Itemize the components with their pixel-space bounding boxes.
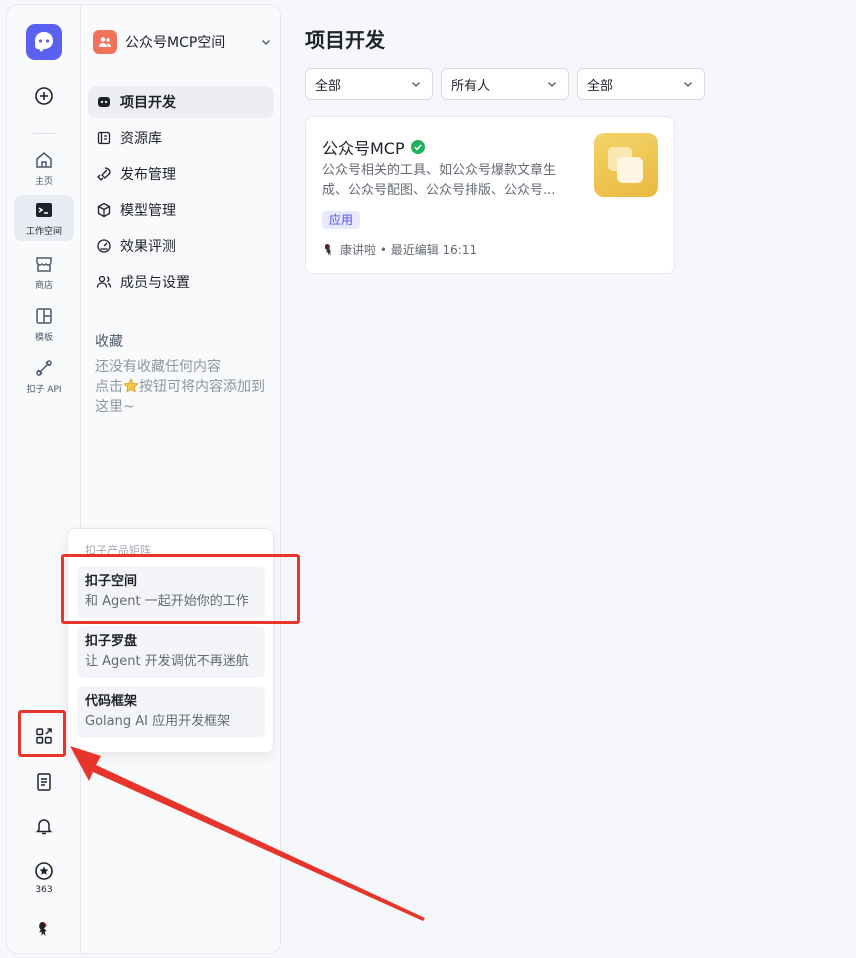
rail-label-template: 模板 xyxy=(34,332,53,343)
card-title-text: 公众号MCP xyxy=(322,139,405,158)
plus-circle-icon xyxy=(35,87,53,105)
left-rail: 主页 工作空间 商店 模板 扣子 API 363 xyxy=(6,4,80,954)
app-badge: 应用 xyxy=(322,211,361,229)
verified-icon xyxy=(410,140,425,154)
nav-label: 模型管理 xyxy=(120,203,176,219)
logo-icon xyxy=(35,32,53,52)
terminal-icon xyxy=(36,202,52,217)
rail-item-workspace[interactable]: 工作空间 xyxy=(14,195,74,241)
avatar-icon xyxy=(39,922,47,937)
nav-members[interactable]: 成员与设置 xyxy=(88,266,274,298)
rail-item-home[interactable]: 主页 xyxy=(14,145,74,191)
product-desc: Golang AI 应用开发框架 xyxy=(85,714,231,729)
rail-label-api: 扣子 API xyxy=(26,384,62,395)
favorites-title: 收藏 xyxy=(95,334,123,350)
card-title: 公众号MCP xyxy=(322,135,426,159)
chevron-down-icon xyxy=(548,82,556,87)
space-switcher[interactable]: 公众号MCP空间 xyxy=(93,29,273,55)
nav-project-dev[interactable]: 项目开发 xyxy=(88,86,274,118)
nav-library[interactable]: 资源库 xyxy=(88,122,274,154)
members-icon xyxy=(96,275,112,288)
page-title: 项目开发 xyxy=(305,28,385,52)
card-author: 康讲啦 xyxy=(340,243,377,257)
chevron-down-icon xyxy=(684,82,692,87)
rail-divider xyxy=(33,133,57,134)
star-icon xyxy=(123,378,139,393)
star-badge-icon xyxy=(35,862,53,880)
rail-label-workspace: 工作空间 xyxy=(25,226,62,237)
author-avatar-icon xyxy=(325,243,331,256)
coze-logo[interactable] xyxy=(26,24,62,60)
nav-label: 资源库 xyxy=(120,131,162,147)
rail-label-home: 主页 xyxy=(34,176,53,187)
chevron-down-icon xyxy=(412,82,420,87)
user-avatar[interactable] xyxy=(14,909,74,955)
favorites-empty-suffix: 按钮可将内容添加到 xyxy=(139,379,265,395)
nav-label: 效果评测 xyxy=(120,239,176,255)
points-count: 363 xyxy=(35,885,53,895)
store-icon xyxy=(36,256,52,272)
highlight-box-coze-space xyxy=(61,554,300,624)
favorites-empty-line2: 点击 按钮可将内容添加到 xyxy=(95,377,275,397)
filter-owner[interactable]: 所有人 xyxy=(441,68,569,100)
nav-publish[interactable]: 发布管理 xyxy=(88,158,274,190)
project-card[interactable]: 公众号MCP 公众号相关的工具、如公众号爆款文章生成、公众号配图、公众号排版、公… xyxy=(305,116,675,274)
card-edit-time: • 最近编辑 16:11 xyxy=(379,243,478,257)
space-name: 公众号MCP空间 xyxy=(125,35,226,51)
home-icon xyxy=(36,151,52,168)
highlight-box-apps-button xyxy=(18,710,66,757)
workspace-sidebar: 公众号MCP空间 项目开发 资源库 发布管理 模型管理 效果评测 成员与设置 收… xyxy=(80,4,281,954)
team-icon xyxy=(99,37,111,47)
bell-icon xyxy=(35,819,53,835)
filter-status-value: 全部 xyxy=(587,78,614,94)
product-desc: 让 Agent 开发调优不再迷航 xyxy=(85,654,249,669)
product-title: 扣子罗盘 xyxy=(85,634,138,649)
product-coze-loop[interactable]: 扣子罗盘 让 Agent 开发调优不再迷航 xyxy=(77,626,265,678)
card-thumbnail xyxy=(594,133,658,197)
rail-item-api[interactable]: 扣子 API xyxy=(14,353,74,399)
docs-button[interactable] xyxy=(14,761,74,807)
gauge-icon xyxy=(97,239,111,253)
favorites-empty-line3: 这里~ xyxy=(95,399,135,415)
card-description: 公众号相关的工具、如公众号爆款文章生成、公众号配图、公众号排版、公众号... xyxy=(322,163,557,198)
document-icon xyxy=(37,773,51,791)
product-code-framework[interactable]: 代码框架 Golang AI 应用开发框架 xyxy=(77,686,265,738)
rail-item-template[interactable]: 模板 xyxy=(14,301,74,347)
product-title: 代码框架 xyxy=(85,694,138,709)
points-button[interactable]: 363 xyxy=(14,855,74,901)
filter-status[interactable]: 全部 xyxy=(577,68,705,100)
nav-evaluation[interactable]: 效果评测 xyxy=(88,230,274,262)
rail-item-store[interactable]: 商店 xyxy=(14,249,74,295)
nav-models[interactable]: 模型管理 xyxy=(88,194,274,226)
template-icon xyxy=(36,307,52,324)
library-icon xyxy=(97,131,111,145)
filter-type[interactable]: 全部 xyxy=(305,68,433,100)
rocket-icon xyxy=(97,167,111,181)
favorites-empty-line1: 还没有收藏任何内容 xyxy=(95,359,221,375)
notification-button[interactable] xyxy=(14,805,74,851)
create-button[interactable] xyxy=(14,75,74,121)
filter-type-value: 全部 xyxy=(315,78,342,94)
favorites-empty-prefix: 点击 xyxy=(95,379,123,395)
api-icon xyxy=(36,359,52,376)
card-meta: 康讲啦 • 最近编辑 16:11 xyxy=(322,241,477,258)
favorites-empty: 还没有收藏任何内容 点击 按钮可将内容添加到 这里~ xyxy=(95,357,275,417)
filter-owner-value: 所有人 xyxy=(451,78,491,94)
nav-label: 发布管理 xyxy=(120,167,176,183)
rail-label-store: 商店 xyxy=(34,280,53,291)
project-icon xyxy=(98,97,110,107)
chevron-down-icon xyxy=(262,40,270,45)
copy-icon xyxy=(608,147,643,183)
nav-label: 项目开发 xyxy=(120,95,176,111)
nav-label: 成员与设置 xyxy=(120,275,190,291)
space-avatar xyxy=(93,30,117,54)
cube-icon xyxy=(97,202,111,218)
